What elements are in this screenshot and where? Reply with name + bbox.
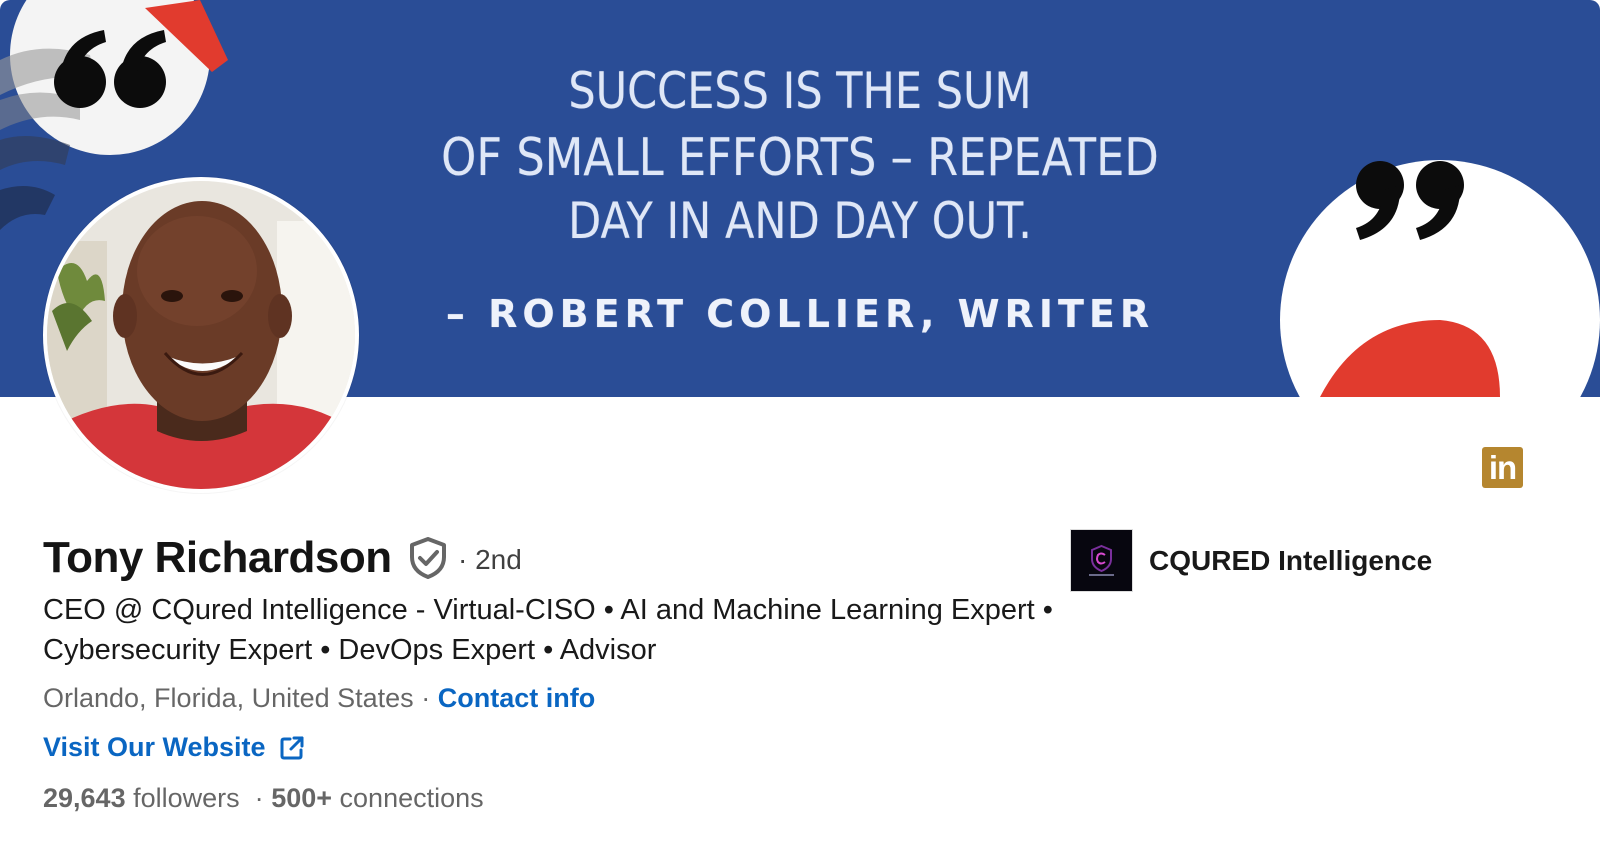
verified-shield-icon[interactable] [408,537,448,579]
followers-count: 29,643 [43,783,126,813]
contact-info-link[interactable]: Contact info [438,683,595,713]
visit-website-link[interactable]: Visit Our Website [43,732,306,763]
profile-headline: CEO @ CQured Intelligence - Virtual-CISO… [43,594,1053,666]
company-name: CQURED Intelligence [1149,544,1433,576]
followers-label: followers [133,783,240,813]
location-row: Orlando, Florida, United States · Contac… [43,683,595,714]
connection-degree: · 2nd [458,544,522,575]
external-link-icon [280,736,304,759]
profile-avatar[interactable] [43,177,359,493]
linkedin-premium-badge-icon[interactable]: in [1482,447,1523,488]
cqured-logo-icon [1089,544,1114,576]
separator-dot: · [421,683,431,713]
connections-count: 500+ [271,783,333,813]
connections-label: connections [339,783,484,813]
stats-row: 29,643 followers · 500+ connections [43,783,484,814]
current-company[interactable]: CQURED Intelligence [1070,529,1432,592]
company-logo [1070,529,1133,592]
profile-card: SUCCESS IS THE SUM OF SMALL EFFORTS – RE… [0,0,1600,844]
banner-quote-line-2: OF SMALL EFFORTS – REPEATED [441,128,1159,188]
followers-stat[interactable]: 29,643 followers [43,783,240,813]
avatar-photo [47,181,355,489]
banner-quote-line-1: SUCCESS IS THE SUM [568,62,1032,120]
profile-location: Orlando, Florida, United States [43,683,414,713]
separator-dot: · [254,783,264,813]
connections-stat[interactable]: 500+ connections [271,783,483,813]
profile-name: Tony Richardson [43,533,392,582]
visit-website-label: Visit Our Website [43,732,266,762]
